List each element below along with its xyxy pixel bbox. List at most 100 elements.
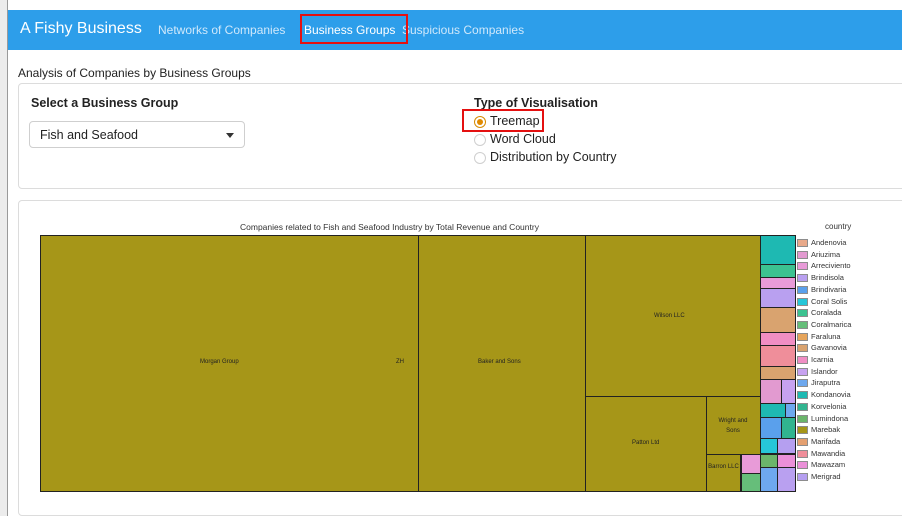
nav-tab-networks[interactable]: Networks of Companies: [158, 23, 285, 37]
chevron-down-icon: [226, 133, 234, 138]
legend-swatch: [797, 461, 808, 470]
treemap-rect-barron-llc[interactable]: [706, 454, 741, 492]
legend-label: Icarnia: [811, 355, 834, 364]
treemap-label-morgan-group: Morgan Group: [200, 359, 239, 365]
app-brand[interactable]: A Fishy Business: [20, 20, 142, 38]
treemap-label-patton-ltd: Patton Ltd: [632, 440, 660, 446]
legend-swatch: [797, 239, 808, 247]
chart-title: Companies related to Fish and Seafood In…: [240, 222, 539, 232]
legend-label: Brindivaria: [811, 284, 847, 294]
treemap-small-tile[interactable]: [741, 454, 761, 474]
treemap-small-tile[interactable]: [781, 379, 796, 404]
legend-item[interactable]: Merigrad: [797, 472, 877, 482]
active-tab-highlight: [300, 14, 408, 44]
treemap-small-tile[interactable]: [777, 467, 796, 492]
legend-item[interactable]: Marifada: [797, 437, 877, 447]
legend-item[interactable]: Coralmarica: [797, 320, 877, 330]
treemap-small-tile[interactable]: [785, 403, 796, 418]
legend-label: Islandor: [811, 366, 838, 376]
legend-swatch: [797, 356, 808, 364]
legend-swatch: [797, 285, 808, 294]
legend-title: country: [825, 222, 852, 231]
legend-item[interactable]: Brindisola: [797, 273, 877, 283]
treemap-small-tile[interactable]: [760, 379, 782, 404]
legend-swatch: [797, 274, 808, 283]
legend-item[interactable]: Coral Solis: [797, 297, 877, 307]
legend-item[interactable]: Mawandia: [797, 449, 877, 459]
legend-swatch: [797, 320, 808, 329]
legend-item[interactable]: Lumindona: [797, 414, 877, 424]
treemap-small-tile[interactable]: [741, 473, 761, 492]
radio-unchecked-icon[interactable]: [474, 152, 486, 164]
legend-label: Marifada: [811, 436, 841, 446]
radio-label-word-cloud: Word Cloud: [490, 132, 556, 146]
treemap-small-tile[interactable]: [760, 332, 796, 346]
page-title: Analysis of Companies by Business Groups: [18, 66, 251, 80]
legend-swatch: [797, 367, 808, 376]
legend-item[interactable]: Korvelonia: [797, 402, 877, 412]
radio-label-distribution: Distribution by Country: [490, 150, 617, 164]
legend-item[interactable]: Icarnia: [797, 355, 877, 365]
legend-label: Coral Solis: [811, 296, 848, 306]
legend-label: Gavanovia: [811, 343, 847, 353]
treemap-small-tile[interactable]: [777, 438, 796, 454]
legend-label: Ariuzima: [811, 249, 841, 259]
top-navbar: A Fishy Business Networks of Companies B…: [8, 10, 902, 50]
legend-label: Coralada: [811, 308, 842, 318]
nav-tab-suspicious[interactable]: Suspicious Companies: [402, 23, 524, 37]
legend-label: Kondanovia: [811, 390, 851, 400]
legend-item[interactable]: Mawazam: [797, 460, 877, 470]
legend-swatch: [797, 344, 808, 353]
treemap-small-tile[interactable]: [760, 467, 778, 492]
treemap-small-tile[interactable]: [777, 454, 796, 468]
legend-swatch: [797, 437, 808, 446]
treemap-small-tile[interactable]: [781, 417, 796, 439]
legend-label: Korvelonia: [811, 401, 847, 411]
radio-option-word-cloud[interactable]: Word Cloud: [474, 131, 674, 149]
legend-item[interactable]: Marebak: [797, 425, 877, 435]
treemap-label-wilson-llc: Wilson LLC: [654, 313, 685, 319]
controls-panel: Select a Business Group Fish and Seafood…: [18, 83, 902, 189]
legend-swatch: [797, 250, 808, 259]
treemap-small-tile[interactable]: [760, 454, 778, 468]
legend-item[interactable]: Kondanovia: [797, 390, 877, 400]
legend-label: Mawazam: [811, 460, 846, 470]
legend-item[interactable]: Jiraputra: [797, 378, 877, 388]
treemap-label-baker-and-sons: Baker and Sons: [478, 359, 521, 365]
legend-label: Marebak: [811, 425, 841, 435]
legend-item[interactable]: Arreciviento: [797, 261, 877, 271]
business-group-value: Fish and Seafood: [40, 128, 138, 142]
treemap-small-tile[interactable]: [760, 264, 796, 278]
treemap-small-tile[interactable]: [760, 438, 778, 454]
window-left-border: [0, 0, 8, 516]
legend-item[interactable]: Ariuzima: [797, 250, 877, 260]
legend-item[interactable]: Faraluna: [797, 332, 877, 342]
legend-swatch: [797, 332, 808, 341]
treemap-small-tile[interactable]: [760, 403, 786, 418]
radio-unchecked-icon[interactable]: [474, 134, 486, 146]
legend-item[interactable]: Brindivaria: [797, 285, 877, 295]
treemap-label-wright-and-sons: Wright and Sons: [718, 418, 748, 434]
visualisation-type-label: Type of Visualisation: [474, 96, 598, 110]
legend-label: Brindisola: [811, 273, 844, 283]
legend-label: Andenovia: [811, 238, 847, 247]
legend-item[interactable]: Coralada: [797, 308, 877, 318]
treemap-option-highlight: [462, 109, 544, 132]
legend-label: Coralmarica: [811, 319, 852, 329]
legend-item[interactable]: Islandor: [797, 367, 877, 377]
legend-swatch: [797, 262, 808, 271]
treemap-small-tile[interactable]: [760, 307, 796, 333]
legend-swatch: [797, 426, 808, 435]
treemap-small-tile[interactable]: [760, 235, 796, 265]
legend-item[interactable]: Andenovia: [797, 238, 877, 248]
legend-item[interactable]: Gavanovia: [797, 343, 877, 353]
treemap-small-tile[interactable]: [760, 345, 796, 367]
legend-label: Merigrad: [811, 472, 841, 481]
business-group-select[interactable]: Fish and Seafood: [29, 121, 245, 148]
legend-label: Jiraputra: [811, 378, 841, 388]
radio-option-distribution[interactable]: Distribution by Country: [474, 149, 674, 167]
legend-swatch: [797, 391, 808, 400]
treemap-small-tile[interactable]: [760, 366, 796, 380]
treemap-small-tile[interactable]: [760, 288, 796, 308]
treemap-small-tile[interactable]: [760, 417, 782, 439]
